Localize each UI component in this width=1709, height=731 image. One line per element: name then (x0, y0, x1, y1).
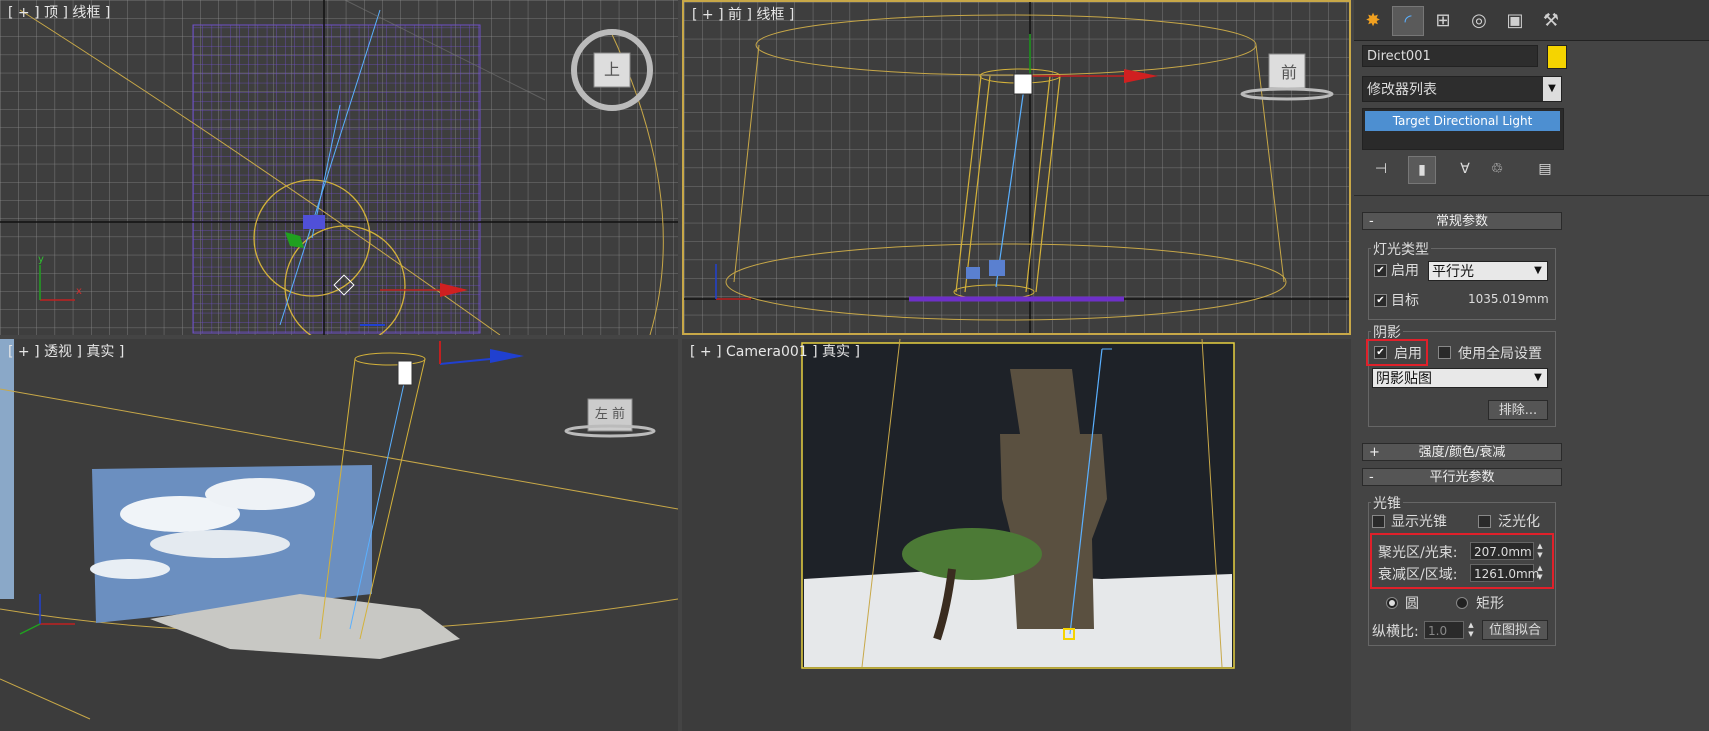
perspective-viewport-canvas (0, 339, 678, 720)
top-viewport-canvas: x y (0, 0, 678, 335)
motion-tab[interactable]: ◎ (1464, 6, 1494, 34)
rollout-directional-parameters[interactable]: - 平行光参数 (1362, 468, 1562, 486)
modifier-list-dropdown[interactable]: 修改器列表 ▼ (1362, 76, 1562, 102)
rectangle-radio[interactable] (1456, 597, 1468, 609)
viewport-front[interactable]: [ + ] 前 ] 线框 ] 前 (682, 0, 1351, 335)
object-color-swatch[interactable] (1547, 45, 1567, 69)
hierarchy-tab[interactable]: ⊞ (1428, 6, 1458, 34)
bitmap-fit-button[interactable]: 位图拟合 (1482, 620, 1548, 640)
divider (1354, 195, 1709, 196)
utilities-icon: ⚒ (1542, 9, 1560, 31)
rollout-general-parameters[interactable]: - 常规参数 (1362, 212, 1562, 230)
modifier-list-label: 修改器列表 (1367, 82, 1437, 98)
rollout-title: 平行光参数 (1429, 470, 1495, 485)
pin-stack-button[interactable]: ⊣ (1368, 156, 1394, 182)
cone-group-label: 光锥 (1371, 493, 1403, 513)
viewport-label-camera[interactable]: [ + ] Camera001 ] 真实 ] (690, 341, 860, 361)
rollout-toggle-sign: - (1369, 470, 1374, 485)
light-on-checkbox[interactable]: ✔ (1374, 264, 1387, 277)
spinner-arrows-icon: ▲ ▼ (1468, 621, 1474, 638)
command-panel-tabs: ✸ ◜ ⊞ ◎ ▣ ⚒ (1354, 0, 1709, 41)
make-unique-button[interactable]: ∀ (1452, 156, 1478, 182)
rollout-title: 强度/颜色/衰减 (1418, 445, 1506, 460)
stack-item-target-directional-light[interactable]: Target Directional Light (1365, 111, 1560, 131)
modifier-stack: Target Directional Light (1362, 108, 1564, 150)
svg-text:y: y (38, 254, 44, 265)
shadow-on-checkbox[interactable]: ✔ (1374, 346, 1387, 359)
use-global-settings-label: 使用全局设置 (1458, 346, 1542, 362)
rollout-toggle-sign: - (1369, 214, 1374, 229)
utilities-tab[interactable]: ⚒ (1536, 6, 1566, 34)
display-icon: ▣ (1506, 9, 1524, 31)
svg-text:x: x (76, 286, 82, 297)
viewport-label-perspective[interactable]: [ + ] 透视 ] 真实 ] (8, 341, 124, 361)
light-on-label: 启用 (1391, 263, 1419, 279)
use-global-settings-checkbox[interactable] (1438, 346, 1451, 359)
overshoot-label: 泛光化 (1498, 514, 1540, 530)
shadow-type-value: 阴影贴图 (1376, 371, 1432, 387)
circle-label: 圆 (1405, 596, 1419, 612)
rectangle-label: 矩形 (1476, 596, 1504, 612)
show-end-result-button[interactable]: ▮ (1408, 156, 1436, 184)
light-type-value: 平行光 (1432, 264, 1474, 280)
falloff-spinner[interactable]: 1261.0mm (1470, 564, 1539, 582)
falloff-label: 衰减区/区域: (1378, 567, 1458, 583)
viewport-perspective[interactable]: [ + ] 透视 ] 真实 ] 左 前 (0, 339, 678, 731)
target-distance-value: 1035.019mm (1468, 292, 1549, 306)
command-panel: ✸ ◜ ⊞ ◎ ▣ ⚒ Direct001 修改器列表 ▼ Target Dir… (1354, 0, 1709, 731)
modify-icon: ◜ (1404, 10, 1412, 32)
hierarchy-icon: ⊞ (1435, 9, 1451, 31)
show-cone-checkbox[interactable] (1372, 515, 1385, 528)
pin-icon: ⊣ (1374, 161, 1388, 177)
light-type-dropdown[interactable]: 平行光 ▼ (1428, 261, 1548, 281)
exclude-button[interactable]: 排除... (1488, 400, 1548, 420)
stack-toolbar: ⊣ ▮ ∀ ♲ ▤ (1362, 154, 1562, 184)
viewcube-top[interactable]: 上 (594, 53, 630, 87)
shadow-type-dropdown[interactable]: 阴影贴图 ▼ (1372, 368, 1548, 388)
hotspot-spinner[interactable]: 207.0mm (1470, 542, 1534, 560)
aspect-label: 纵横比: (1372, 624, 1419, 640)
configure-sets-button[interactable]: ▤ (1532, 156, 1558, 182)
shadow-on-label: 启用 (1394, 346, 1422, 362)
create-tab[interactable]: ✸ (1358, 6, 1388, 34)
rollout-title: 常规参数 (1435, 214, 1488, 229)
chevron-down-icon: ▼ (1529, 262, 1547, 280)
camera-viewport-canvas (801, 339, 1235, 669)
circle-radio[interactable] (1386, 597, 1398, 609)
rollout-toggle-sign: + (1369, 445, 1380, 460)
create-icon: ✸ (1365, 9, 1381, 31)
chevron-down-icon: ▼ (1543, 77, 1561, 101)
remove-modifier-button[interactable]: ♲ (1484, 156, 1510, 182)
overshoot-checkbox[interactable] (1478, 515, 1491, 528)
front-viewport-canvas (684, 2, 1349, 333)
viewport-label-top[interactable]: [ + ] 顶 ] 线框 ] (8, 2, 110, 22)
viewcube-front[interactable]: 前 (1271, 56, 1307, 90)
display-tab[interactable]: ▣ (1500, 6, 1530, 34)
spinner-arrows-icon: ▲ ▼ (1537, 564, 1543, 581)
target-label: 目标 (1391, 293, 1419, 309)
motion-icon: ◎ (1471, 9, 1487, 31)
viewport-camera[interactable]: [ + ] Camera001 ] 真实 ] (682, 339, 1351, 731)
viewcube-perspective[interactable]: 左 前 (588, 399, 632, 431)
viewport-label-front[interactable]: [ + ] 前 ] 线框 ] (692, 4, 794, 24)
rollout-intensity-color-attenuation[interactable]: + 强度/颜色/衰减 (1362, 443, 1562, 461)
aspect-spinner[interactable]: 1.0 (1424, 621, 1464, 639)
make-unique-icon: ∀ (1460, 161, 1470, 177)
chevron-down-icon: ▼ (1529, 369, 1547, 387)
light-type-group-label: 灯光类型 (1371, 239, 1431, 259)
spinner-arrows-icon: ▲ ▼ (1537, 542, 1543, 559)
modify-tab[interactable]: ◜ (1392, 6, 1424, 36)
viewport-top[interactable]: x y [ + ] 顶 ] 线框 ] 上 (0, 0, 678, 335)
target-checkbox[interactable]: ✔ (1374, 294, 1387, 307)
show-cone-label: 显示光锥 (1391, 514, 1447, 530)
configure-icon: ▤ (1538, 161, 1552, 177)
end-result-icon: ▮ (1418, 162, 1426, 178)
trash-icon: ♲ (1490, 161, 1504, 177)
object-name-field[interactable]: Direct001 (1362, 45, 1538, 67)
hotspot-label: 聚光区/光束: (1378, 545, 1458, 561)
